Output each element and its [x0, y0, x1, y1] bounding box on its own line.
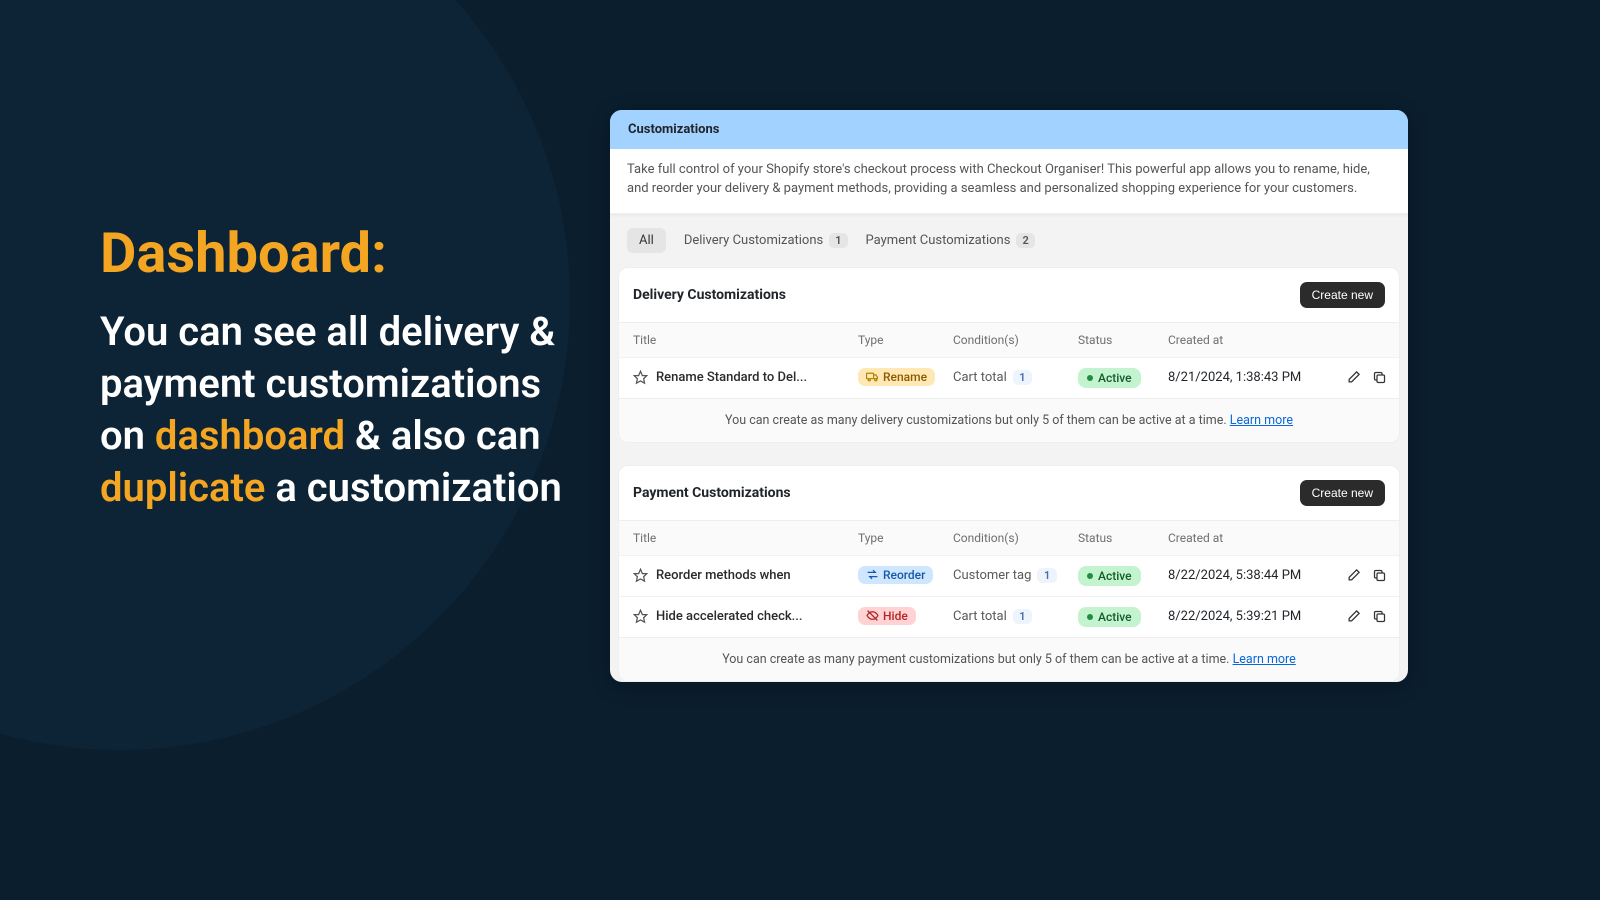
payment-footer: You can create as many payment customiza…	[619, 637, 1399, 681]
tab-delivery[interactable]: Delivery Customizations 1	[684, 233, 848, 248]
row-created: 8/22/2024, 5:38:44 PM	[1168, 568, 1333, 583]
status-badge: Active	[1078, 368, 1141, 388]
promo-body: You can see all delivery & payment custo…	[100, 306, 570, 514]
type-badge-hide: Hide	[858, 607, 916, 625]
star-icon[interactable]	[633, 370, 648, 385]
payment-count-pill: 2	[1016, 233, 1034, 248]
status-badge: Active	[1078, 566, 1141, 586]
hide-icon	[866, 609, 879, 622]
tab-all[interactable]: All	[627, 228, 666, 253]
row-title: Reorder methods when	[656, 568, 791, 583]
table-row: Reorder methods when Reorder Customer ta…	[619, 555, 1399, 596]
row-title: Hide accelerated check...	[656, 609, 802, 624]
edit-icon[interactable]	[1346, 568, 1361, 583]
truck-icon	[866, 370, 879, 383]
type-badge-rename: Rename	[858, 368, 935, 386]
payment-section: Payment Customizations Create new Title …	[618, 465, 1400, 682]
app-window: Customizations Take full control of your…	[610, 110, 1408, 682]
edit-icon[interactable]	[1346, 370, 1361, 385]
row-created: 8/22/2024, 5:39:21 PM	[1168, 609, 1333, 624]
promo-title: Dashboard:	[100, 220, 570, 286]
table-row: Hide accelerated check... Hide Cart tota…	[619, 596, 1399, 637]
delete-icon[interactable]	[1398, 568, 1400, 583]
app-header: Customizations	[610, 110, 1408, 149]
status-badge: Active	[1078, 607, 1141, 627]
type-badge-reorder: Reorder	[858, 566, 933, 584]
delete-icon[interactable]	[1398, 370, 1400, 385]
table-row: Rename Standard to Del... Rename Cart to…	[619, 357, 1399, 398]
tab-payment[interactable]: Payment Customizations 2	[866, 233, 1035, 248]
delivery-section-title: Delivery Customizations	[633, 287, 786, 303]
row-title: Rename Standard to Del...	[656, 370, 807, 385]
tabs-row: All Delivery Customizations 1 Payment Cu…	[610, 214, 1408, 267]
delete-icon[interactable]	[1398, 609, 1400, 624]
payment-section-title: Payment Customizations	[633, 485, 791, 501]
promo-copy: Dashboard: You can see all delivery & pa…	[100, 220, 570, 514]
duplicate-icon[interactable]	[1372, 609, 1387, 624]
learn-more-link[interactable]: Learn more	[1233, 652, 1296, 667]
delivery-table-head: Title Type Condition(s) Status Created a…	[619, 322, 1399, 357]
learn-more-link[interactable]: Learn more	[1230, 413, 1293, 428]
duplicate-icon[interactable]	[1372, 568, 1387, 583]
edit-icon[interactable]	[1346, 609, 1361, 624]
duplicate-icon[interactable]	[1372, 370, 1387, 385]
app-intro: Take full control of your Shopify store'…	[610, 149, 1408, 214]
delivery-count-pill: 1	[829, 233, 847, 248]
star-icon[interactable]	[633, 609, 648, 624]
create-payment-button[interactable]: Create new	[1300, 480, 1385, 506]
reorder-icon	[866, 568, 879, 581]
create-delivery-button[interactable]: Create new	[1300, 282, 1385, 308]
row-created: 8/21/2024, 1:38:43 PM	[1168, 370, 1333, 385]
delivery-footer: You can create as many delivery customiz…	[619, 398, 1399, 442]
payment-table-head: Title Type Condition(s) Status Created a…	[619, 520, 1399, 555]
delivery-section: Delivery Customizations Create new Title…	[618, 267, 1400, 443]
star-icon[interactable]	[633, 568, 648, 583]
